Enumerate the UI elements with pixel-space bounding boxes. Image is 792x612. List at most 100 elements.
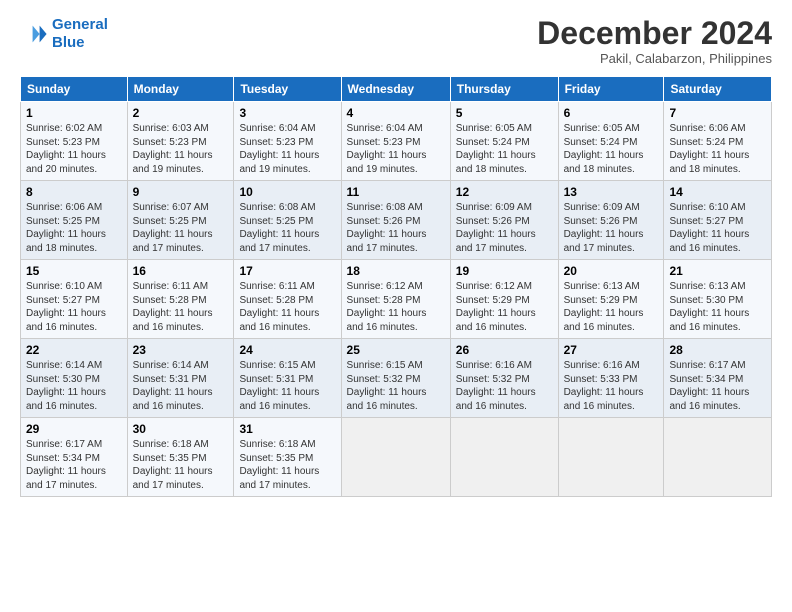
calendar-cell: 20 Sunrise: 6:13 AM Sunset: 5:29 PM Dayli… [558, 260, 664, 339]
logo-icon [20, 20, 48, 48]
day-of-week-header: Wednesday [341, 77, 450, 102]
day-detail: Sunrise: 6:04 AM Sunset: 5:23 PM Dayligh… [239, 122, 335, 176]
day-of-week-header: Friday [558, 77, 664, 102]
calendar-week-row: 15Sunrise: 6:10 AM Sunset: 5:27 PM Dayli… [21, 260, 772, 339]
day-of-week-header: Monday [127, 77, 234, 102]
calendar-cell: 11 Sunrise: 6:08 AM Sunset: 5:26 PM Dayli… [341, 181, 450, 260]
day-number: 24 [239, 343, 335, 357]
day-of-week-header: Sunday [21, 77, 128, 102]
day-detail: Sunrise: 6:18 AM Sunset: 5:35 PM Dayligh… [133, 438, 229, 492]
day-number: 15 [26, 264, 122, 278]
day-detail: Sunrise: 6:17 AM Sunset: 5:34 PM Dayligh… [669, 359, 766, 413]
day-number: 20 [564, 264, 659, 278]
day-number: 16 [133, 264, 229, 278]
day-number: 19 [456, 264, 553, 278]
day-detail: Sunrise: 6:05 AM Sunset: 5:24 PM Dayligh… [564, 122, 659, 176]
day-detail: Sunrise: 6:16 AM Sunset: 5:32 PM Dayligh… [456, 359, 553, 413]
day-detail: Sunrise: 6:05 AM Sunset: 5:24 PM Dayligh… [456, 122, 553, 176]
day-detail: Sunrise: 6:06 AM Sunset: 5:24 PM Dayligh… [669, 122, 766, 176]
logo-line1: General [52, 16, 108, 33]
calendar-week-row: 29Sunrise: 6:17 AM Sunset: 5:34 PM Dayli… [21, 418, 772, 497]
day-number: 29 [26, 422, 122, 436]
day-number: 22 [26, 343, 122, 357]
day-number: 10 [239, 185, 335, 199]
calendar-cell: 9 Sunrise: 6:07 AM Sunset: 5:25 PM Daylig… [127, 181, 234, 260]
calendar-cell: 18Sunrise: 6:12 AM Sunset: 5:28 PM Dayli… [341, 260, 450, 339]
day-detail: Sunrise: 6:15 AM Sunset: 5:32 PM Dayligh… [347, 359, 445, 413]
calendar-cell: 15Sunrise: 6:10 AM Sunset: 5:27 PM Dayli… [21, 260, 128, 339]
day-detail: Sunrise: 6:04 AM Sunset: 5:23 PM Dayligh… [347, 122, 445, 176]
calendar-cell: 21 Sunrise: 6:13 AM Sunset: 5:30 PM Dayli… [664, 260, 772, 339]
calendar-cell: 10 Sunrise: 6:08 AM Sunset: 5:25 PM Dayli… [234, 181, 341, 260]
day-detail: Sunrise: 6:11 AM Sunset: 5:28 PM Dayligh… [133, 280, 229, 334]
calendar-week-row: 8 Sunrise: 6:06 AM Sunset: 5:25 PM Daylig… [21, 181, 772, 260]
calendar-cell [450, 418, 558, 497]
calendar-cell [341, 418, 450, 497]
calendar-cell: 16 Sunrise: 6:11 AM Sunset: 5:28 PM Dayli… [127, 260, 234, 339]
main-title: December 2024 [537, 16, 772, 51]
day-detail: Sunrise: 6:14 AM Sunset: 5:30 PM Dayligh… [26, 359, 122, 413]
day-of-week-header: Saturday [664, 77, 772, 102]
calendar-cell: 14Sunrise: 6:10 AM Sunset: 5:27 PM Dayli… [664, 181, 772, 260]
day-detail: Sunrise: 6:11 AM Sunset: 5:28 PM Dayligh… [239, 280, 335, 334]
day-detail: Sunrise: 6:13 AM Sunset: 5:30 PM Dayligh… [669, 280, 766, 334]
day-number: 21 [669, 264, 766, 278]
calendar-cell: 5 Sunrise: 6:05 AM Sunset: 5:24 PM Daylig… [450, 102, 558, 181]
day-number: 28 [669, 343, 766, 357]
calendar-cell: 25Sunrise: 6:15 AM Sunset: 5:32 PM Dayli… [341, 339, 450, 418]
day-number: 14 [669, 185, 766, 199]
day-detail: Sunrise: 6:09 AM Sunset: 5:26 PM Dayligh… [564, 201, 659, 255]
day-number: 3 [239, 106, 335, 120]
header: General Blue December 2024 Pakil, Calaba… [20, 16, 772, 66]
calendar-cell: 17 Sunrise: 6:11 AM Sunset: 5:28 PM Dayli… [234, 260, 341, 339]
calendar-cell: 1 Sunrise: 6:02 AM Sunset: 5:23 PM Daylig… [21, 102, 128, 181]
calendar-cell: 23 Sunrise: 6:14 AM Sunset: 5:31 PM Dayli… [127, 339, 234, 418]
day-number: 6 [564, 106, 659, 120]
calendar-cell: 22 Sunrise: 6:14 AM Sunset: 5:30 PM Dayli… [21, 339, 128, 418]
day-detail: Sunrise: 6:16 AM Sunset: 5:33 PM Dayligh… [564, 359, 659, 413]
day-number: 11 [347, 185, 445, 199]
day-number: 2 [133, 106, 229, 120]
day-detail: Sunrise: 6:08 AM Sunset: 5:26 PM Dayligh… [347, 201, 445, 255]
day-of-week-row: SundayMondayTuesdayWednesdayThursdayFrid… [21, 77, 772, 102]
logo-line2: Blue [52, 34, 85, 51]
calendar-cell [664, 418, 772, 497]
calendar-week-row: 22 Sunrise: 6:14 AM Sunset: 5:30 PM Dayli… [21, 339, 772, 418]
day-detail: Sunrise: 6:02 AM Sunset: 5:23 PM Dayligh… [26, 122, 122, 176]
calendar-cell: 29Sunrise: 6:17 AM Sunset: 5:34 PM Dayli… [21, 418, 128, 497]
day-number: 9 [133, 185, 229, 199]
day-number: 26 [456, 343, 553, 357]
day-number: 7 [669, 106, 766, 120]
day-number: 13 [564, 185, 659, 199]
day-detail: Sunrise: 6:12 AM Sunset: 5:29 PM Dayligh… [456, 280, 553, 334]
day-detail: Sunrise: 6:14 AM Sunset: 5:31 PM Dayligh… [133, 359, 229, 413]
calendar-cell: 2Sunrise: 6:03 AM Sunset: 5:23 PM Daylig… [127, 102, 234, 181]
day-number: 17 [239, 264, 335, 278]
day-of-week-header: Thursday [450, 77, 558, 102]
day-number: 23 [133, 343, 229, 357]
calendar-cell: 3 Sunrise: 6:04 AM Sunset: 5:23 PM Daylig… [234, 102, 341, 181]
day-detail: Sunrise: 6:08 AM Sunset: 5:25 PM Dayligh… [239, 201, 335, 255]
logo-text: General Blue [52, 16, 108, 52]
day-number: 18 [347, 264, 445, 278]
day-detail: Sunrise: 6:13 AM Sunset: 5:29 PM Dayligh… [564, 280, 659, 334]
day-number: 1 [26, 106, 122, 120]
title-block: December 2024 Pakil, Calabarzon, Philipp… [537, 16, 772, 66]
day-detail: Sunrise: 6:18 AM Sunset: 5:35 PM Dayligh… [239, 438, 335, 492]
calendar-cell: 30Sunrise: 6:18 AM Sunset: 5:35 PM Dayli… [127, 418, 234, 497]
day-number: 27 [564, 343, 659, 357]
day-detail: Sunrise: 6:06 AM Sunset: 5:25 PM Dayligh… [26, 201, 122, 255]
calendar-cell: 28 Sunrise: 6:17 AM Sunset: 5:34 PM Dayli… [664, 339, 772, 418]
calendar-cell: 6 Sunrise: 6:05 AM Sunset: 5:24 PM Daylig… [558, 102, 664, 181]
calendar-cell: 24Sunrise: 6:15 AM Sunset: 5:31 PM Dayli… [234, 339, 341, 418]
day-number: 5 [456, 106, 553, 120]
day-number: 8 [26, 185, 122, 199]
calendar-cell: 26 Sunrise: 6:16 AM Sunset: 5:32 PM Dayli… [450, 339, 558, 418]
day-detail: Sunrise: 6:07 AM Sunset: 5:25 PM Dayligh… [133, 201, 229, 255]
day-of-week-header: Tuesday [234, 77, 341, 102]
calendar-cell: 8 Sunrise: 6:06 AM Sunset: 5:25 PM Daylig… [21, 181, 128, 260]
calendar-body: 1 Sunrise: 6:02 AM Sunset: 5:23 PM Daylig… [21, 102, 772, 497]
day-number: 4 [347, 106, 445, 120]
calendar-cell: 27 Sunrise: 6:16 AM Sunset: 5:33 PM Dayli… [558, 339, 664, 418]
calendar-cell: 19 Sunrise: 6:12 AM Sunset: 5:29 PM Dayli… [450, 260, 558, 339]
